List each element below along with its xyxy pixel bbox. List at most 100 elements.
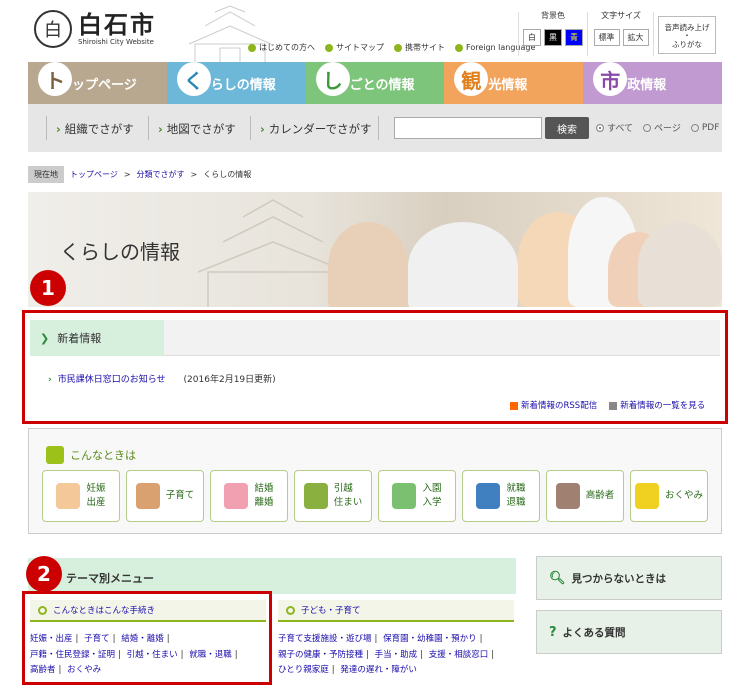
highlight-box-2 xyxy=(22,591,272,685)
radio-icon xyxy=(690,123,699,132)
font-enlarge-button[interactable]: 拡大 xyxy=(622,29,649,46)
search-input[interactable] xyxy=(394,117,542,139)
tab-label: らしの情報 xyxy=(210,78,276,93)
children-link-list: 子育て支援施設・遊び場 | 保育園・幼稚園・預かり | 親子の健康・予防接種 | 手当… xyxy=(278,632,518,679)
konna-toki-heading: こんなときは xyxy=(46,446,136,464)
family-photo-person xyxy=(408,222,518,307)
search-by-calendar-link[interactable]: › カレンダーでさがす xyxy=(260,121,372,137)
bg-blue-button[interactable]: 青 xyxy=(565,29,583,46)
theme-link[interactable]: 発達の遅れ・障がい xyxy=(340,665,417,675)
city-emblem-icon: 白 xyxy=(34,10,72,48)
divider xyxy=(653,12,654,56)
button-line2: 出産 xyxy=(86,497,106,508)
scope-pdf-radio[interactable]: PDF xyxy=(690,121,719,134)
life-event-condolence-button[interactable]: おくやみ xyxy=(630,470,708,522)
life-event-marriage-button[interactable]: 結婚 離婚 xyxy=(210,470,288,522)
link-separator: | xyxy=(420,649,423,660)
flower-icon xyxy=(634,483,659,509)
button-line1: 就職 xyxy=(506,483,526,494)
breadcrumb-here-label: 現在地 xyxy=(28,166,64,183)
breadcrumb-category[interactable]: 分類でさがす xyxy=(137,169,185,180)
theme-link[interactable]: 保育園・幼稚園・預かり xyxy=(383,634,477,644)
breadcrumb-separator: > xyxy=(123,170,131,179)
tab-work-info[interactable]: し ごとの情報 xyxy=(305,62,445,104)
search-scope-options: すべて ページ PDF xyxy=(596,121,719,134)
bg-black-button[interactable]: 黒 xyxy=(544,29,562,46)
search-by-org-link[interactable]: › 組織でさがす xyxy=(56,121,134,137)
life-event-moving-button[interactable]: 引越 住まい xyxy=(294,470,372,522)
button-line2: 離婚 xyxy=(254,497,274,508)
tab-initial: く xyxy=(176,62,211,96)
bg-white-button[interactable]: 白 xyxy=(523,29,541,46)
radio-icon xyxy=(643,123,652,132)
theme-link[interactable]: 親子の健康・予防接種 xyxy=(278,650,363,660)
button-line2: 入学 xyxy=(422,497,442,508)
castle-watermark-illustration xyxy=(198,199,348,307)
site-title: 白石市 xyxy=(78,11,156,39)
button-line1: 引越 xyxy=(333,483,353,494)
tab-city-admin-info[interactable]: 市 政情報 xyxy=(583,62,722,104)
not-found-button[interactable]: 🔍︎ 見つからないときは xyxy=(536,556,722,600)
bullet-icon xyxy=(394,43,402,52)
search-button[interactable]: 検索 xyxy=(545,117,589,139)
tab-initial: ト xyxy=(38,62,72,96)
link-separator: | xyxy=(491,649,495,660)
font-standard-button[interactable]: 標準 xyxy=(593,29,620,46)
theme-sub-children[interactable]: 子ども・子育て xyxy=(278,600,514,622)
search-icon: 🔍︎ xyxy=(549,570,566,586)
life-event-employment-button[interactable]: 就職 退職 xyxy=(462,470,540,522)
theme-link[interactable]: 子育て支援施設・遊び場 xyxy=(278,634,372,644)
button-line1: おくやみ xyxy=(664,490,703,501)
tab-label: 政情報 xyxy=(627,78,667,93)
tab-label: ごとの情報 xyxy=(349,78,415,93)
link-first-visit[interactable]: はじめての方へ xyxy=(248,42,315,53)
link-mobile[interactable]: 携帯サイト xyxy=(394,42,445,53)
life-event-elderly-button[interactable]: 高齢者 xyxy=(546,470,624,522)
tab-top-page[interactable]: ト ップページ xyxy=(28,62,167,104)
voice-furigana-button[interactable]: 音声読み上げ ・ ふりがな xyxy=(658,16,716,54)
link-sitemap[interactable]: サイトマップ xyxy=(325,42,384,53)
breadcrumb-separator: > xyxy=(190,170,198,179)
scope-all-radio[interactable]: すべて xyxy=(596,121,633,134)
life-event-pregnancy-button[interactable]: 妊娠 出産 xyxy=(42,470,120,522)
search-by-map-link[interactable]: › 地図でさがす xyxy=(158,121,236,137)
site-logo[interactable]: 白 白石市 Shiroishi City Website xyxy=(34,10,156,48)
family-photo-person xyxy=(328,222,408,307)
link-separator: | xyxy=(331,665,335,675)
button-line1: 妊娠 xyxy=(86,483,106,494)
theme-link[interactable]: 手当・助成 xyxy=(375,650,418,660)
theme-sub-children-link[interactable]: 子ども・子育て xyxy=(301,604,361,616)
tab-initial: 観 xyxy=(454,62,489,96)
scope-page-radio[interactable]: ページ xyxy=(643,121,681,134)
bullet-icon xyxy=(455,43,463,52)
tab-initial: し xyxy=(315,62,350,96)
couple-icon xyxy=(224,483,249,509)
elderly-icon xyxy=(555,483,580,509)
people-icon xyxy=(46,446,64,464)
callout-badge-1: 1 xyxy=(30,270,66,306)
faq-button[interactable]: ? よくある質問 xyxy=(536,610,722,654)
briefcase-icon xyxy=(476,483,501,509)
divider xyxy=(518,12,519,56)
life-event-school-button[interactable]: 入園 入学 xyxy=(378,470,456,522)
breadcrumb-top-page[interactable]: トップページ xyxy=(70,169,118,180)
bullet-icon xyxy=(248,43,256,52)
circle-bullet-icon xyxy=(286,605,295,615)
divider xyxy=(378,116,379,140)
link-label: カレンダーでさがす xyxy=(268,122,372,136)
link-separator: | xyxy=(479,634,483,644)
theme-link[interactable]: 支援・相談窓口 xyxy=(429,650,489,660)
font-size-box: 文字サイズ 標準 拡大 xyxy=(590,10,652,46)
theme-link[interactable]: ひとり親家庭 xyxy=(278,665,329,675)
konna-toki-title: こんなときは xyxy=(70,449,136,462)
tab-living-info[interactable]: く らしの情報 xyxy=(166,62,306,104)
faq-label: よくある質問 xyxy=(562,626,626,639)
button-line1: 入園 xyxy=(422,483,442,494)
theme-menu-header: テーマ別メニュー xyxy=(28,558,516,594)
utility-links: はじめての方へ サイトマップ 携帯サイト Foreign language xyxy=(248,42,535,53)
life-event-childcare-button[interactable]: 子育て xyxy=(126,470,204,522)
divider xyxy=(250,116,251,140)
tab-initial: 市 xyxy=(593,62,628,96)
family-photo-person xyxy=(638,222,722,307)
tab-tourism-info[interactable]: 観 光情報 xyxy=(444,62,584,104)
